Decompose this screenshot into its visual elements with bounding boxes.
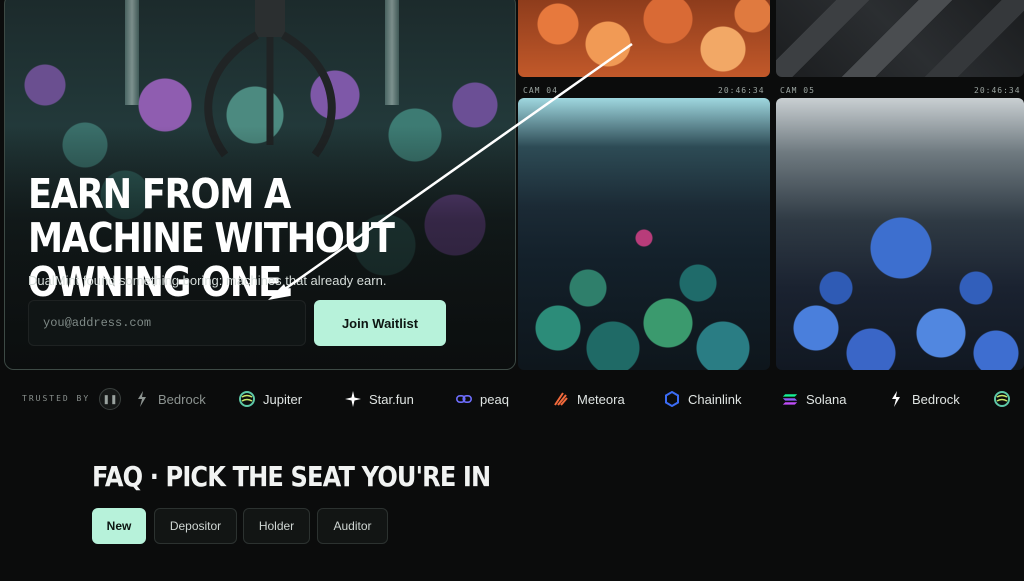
- tab-depositor[interactable]: Depositor: [154, 508, 237, 544]
- partner-name: Bedrock: [158, 391, 206, 407]
- faq-title: FAQ · Pick the seat you're in: [92, 460, 491, 493]
- partner-bedrock: Bedrock: [888, 389, 960, 409]
- cam-label: CAM 05: [780, 86, 815, 95]
- partner-jupiter: Jupiter: [239, 389, 302, 409]
- star-icon: [345, 391, 361, 407]
- pause-icon: ❚❚: [102, 393, 118, 404]
- partner-name: Star.fun: [369, 391, 414, 407]
- meteora-icon: [553, 391, 569, 407]
- partner-jupiter: [994, 389, 1010, 409]
- camera-feed-orange: [518, 0, 770, 77]
- pause-button[interactable]: ❚❚: [99, 388, 121, 410]
- partner-chainlink: Chainlink: [664, 389, 741, 409]
- camera-feed-green: [518, 98, 770, 370]
- partner-peaq: peaq: [456, 389, 509, 409]
- tab-auditor[interactable]: Auditor: [317, 508, 388, 544]
- jupiter-icon: [994, 391, 1010, 407]
- hero-subtitle: DualMint found something boring: machine…: [28, 273, 387, 288]
- partner-name: Solana: [806, 391, 847, 407]
- partner-bedrock: Bedrock: [134, 389, 206, 409]
- partner-name: peaq: [480, 391, 509, 407]
- tab-holder[interactable]: Holder: [243, 508, 310, 544]
- camera-feed-dark: [776, 0, 1024, 77]
- cam-timestamp: 20:46:34: [718, 86, 765, 95]
- camera-feed-blue: [776, 98, 1024, 370]
- cam-label: CAM 04: [523, 86, 558, 95]
- partner-name: Bedrock: [912, 391, 960, 407]
- partner-starfun: Star.fun: [345, 389, 414, 409]
- jupiter-icon: [239, 391, 255, 407]
- bedrock-icon: [134, 391, 150, 407]
- bedrock-icon: [888, 391, 904, 407]
- solana-icon: [782, 391, 798, 407]
- peaq-icon: [456, 391, 472, 407]
- hero-section: Earn from a machine without owning one. …: [0, 0, 1024, 372]
- tab-new[interactable]: New: [92, 508, 146, 544]
- partner-name: Jupiter: [263, 391, 303, 407]
- email-input[interactable]: [28, 300, 306, 346]
- cam-timestamp: 20:46:34: [974, 86, 1021, 95]
- partner-meteora: Meteora: [553, 389, 625, 409]
- join-waitlist-button[interactable]: Join Waitlist: [314, 300, 446, 346]
- partner-name: Meteora: [577, 391, 625, 407]
- partner-name: Chainlink: [688, 391, 742, 407]
- chainlink-icon: [664, 391, 680, 407]
- trusted-by-strip: TRUSTED BY ❚❚ Bedrock Jupiter Star.fun p…: [0, 380, 1024, 418]
- trusted-by-label: TRUSTED BY: [22, 394, 91, 403]
- partner-solana: Solana: [782, 389, 846, 409]
